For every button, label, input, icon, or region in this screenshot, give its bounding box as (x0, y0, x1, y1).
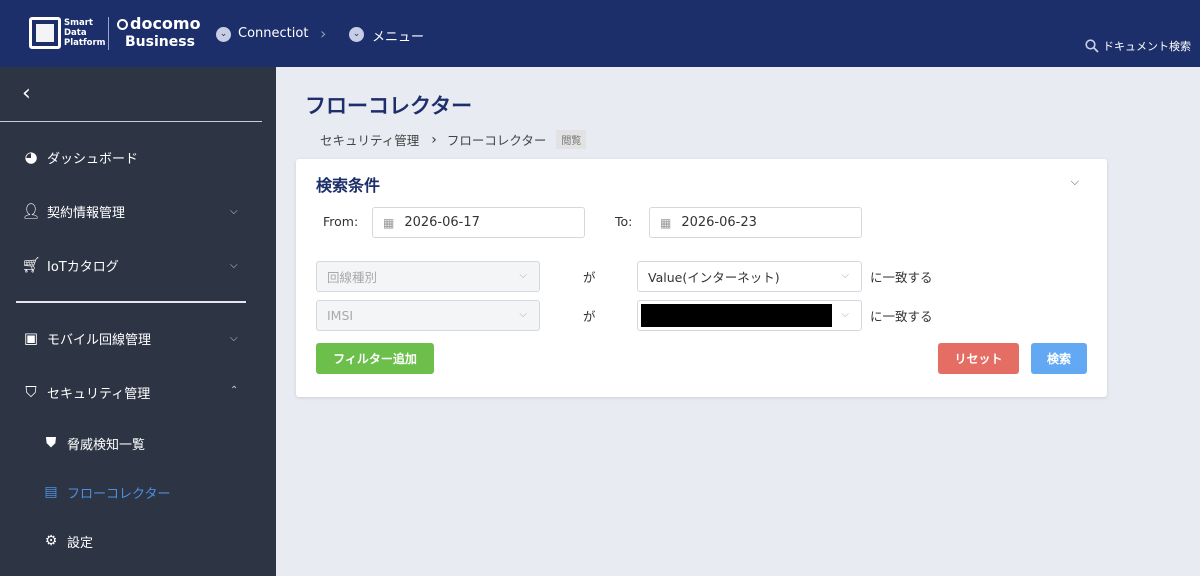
sidebar-subitem-settings[interactable]: ⚙ 設定 (42, 529, 93, 553)
card-title: 検索条件 (316, 176, 381, 195)
chevron-right-icon: › (320, 24, 327, 43)
sidebar: ‹ ◕ ダッシュボード 👤︎ 契約情報管理 ⌵ 🛒︎ IoTカタログ ⌵ ▣ モ… (0, 67, 276, 576)
sidebar-item-security[interactable]: ⛉ セキュリティ管理 (21, 380, 150, 404)
permission-badge: 閲覧 (556, 130, 587, 149)
from-date-input[interactable]: ▦ 2026-06-17 (372, 207, 585, 238)
user-icon: 👤︎ (21, 202, 41, 220)
chevron-up-icon[interactable]: ⌃ (230, 385, 238, 396)
filter-field-select: IMSI ⌵ (316, 300, 540, 331)
search-conditions-card: 検索条件 ⌵ From: ▦ 2026-06-17 To: ▦ 2026-06-… (296, 159, 1107, 397)
smart-data-platform-logo (29, 17, 61, 49)
chevron-down-circle-icon[interactable]: ⌄ (349, 27, 364, 42)
filter-operator: が (583, 270, 596, 285)
breadcrumb-item: フローコレクター (446, 133, 547, 148)
document-chart-icon: ▤ (44, 484, 58, 500)
sidebar-item-dashboard[interactable]: ◕ ダッシュボード (21, 145, 138, 169)
header-crumb-menu[interactable]: メニュー (372, 26, 424, 45)
document-search-link[interactable]: ドキュメント検索 (1085, 38, 1191, 54)
sidebar-divider (16, 301, 246, 303)
sidebar-divider (0, 121, 262, 122)
document-search-label: ドキュメント検索 (1103, 40, 1191, 53)
filter-value-select[interactable]: ⌵ (637, 300, 862, 331)
add-filter-button[interactable]: フィルター追加 (316, 343, 434, 374)
collapse-sidebar-icon[interactable]: ‹ (22, 81, 31, 106)
calendar-icon: ▦ (383, 215, 395, 230)
chevron-down-icon[interactable]: ⌵ (230, 206, 238, 217)
shield-check-icon: ⛉ (25, 383, 37, 401)
chevron-down-circle-icon[interactable]: ⌄ (216, 27, 231, 42)
header-divider (108, 17, 109, 50)
docomo-mark-icon (117, 19, 128, 30)
sidebar-subitem-flow-collector[interactable]: ▤ フローコレクター (42, 480, 170, 504)
header-crumb-connectiot[interactable]: Connectiot (238, 26, 308, 41)
filter-match-label: に一致する (870, 270, 933, 285)
to-date-input[interactable]: ▦ 2026-06-23 (649, 207, 862, 238)
sim-card-icon: ▣ (23, 329, 39, 347)
breadcrumb-item[interactable]: セキュリティ管理 (320, 130, 419, 149)
chevron-down-icon: ⌵ (841, 309, 849, 320)
sidebar-subitem-threat-detection[interactable]: ⛊ 脅威検知一覧 (42, 431, 145, 455)
sidebar-item-iot-catalog[interactable]: 🛒︎ IoTカタログ (21, 253, 118, 277)
business-logo-text: Business (125, 34, 195, 50)
filter-value-select[interactable]: Value(インターネット) ⌵ (637, 261, 862, 292)
sidebar-item-contract[interactable]: 👤︎ 契約情報管理 (21, 199, 125, 223)
shield-alert-icon: ⛊ (45, 435, 57, 451)
top-header: Smart Data Platform docomo Business ⌄ Co… (0, 0, 1200, 67)
dashboard-gauge-icon: ◕ (24, 148, 38, 166)
page-title: フローコレクター (305, 94, 473, 118)
from-label: From: (323, 214, 359, 229)
filter-match-label: に一致する (870, 309, 933, 324)
filter-field-select: 回線種別 ⌵ (316, 261, 540, 292)
search-button[interactable]: 検索 (1031, 343, 1087, 374)
redacted-value (641, 304, 832, 327)
gear-icon: ⚙ (44, 533, 58, 549)
sidebar-item-mobile-line[interactable]: ▣ モバイル回線管理 (21, 326, 151, 350)
filter-operator: が (583, 309, 596, 324)
chevron-right-icon: › (431, 131, 437, 148)
smart-data-platform-text: Smart Data Platform (64, 18, 106, 48)
calendar-icon: ▦ (660, 215, 672, 230)
docomo-logo: docomo (117, 15, 201, 33)
search-icon (1085, 39, 1099, 53)
reset-button[interactable]: リセット (938, 343, 1019, 374)
chevron-down-icon[interactable]: ⌵ (230, 333, 238, 344)
chevron-down-icon: ⌵ (519, 309, 527, 320)
cart-icon: 🛒︎ (21, 256, 41, 274)
chevron-down-icon[interactable]: ⌵ (230, 260, 238, 271)
chevron-down-icon: ⌵ (841, 270, 849, 281)
chevron-down-icon: ⌵ (519, 270, 527, 281)
breadcrumb: セキュリティ管理 › フローコレクター 閲覧 (320, 130, 587, 149)
chevron-down-icon[interactable]: ⌵ (1071, 175, 1079, 189)
to-label: To: (615, 214, 633, 229)
